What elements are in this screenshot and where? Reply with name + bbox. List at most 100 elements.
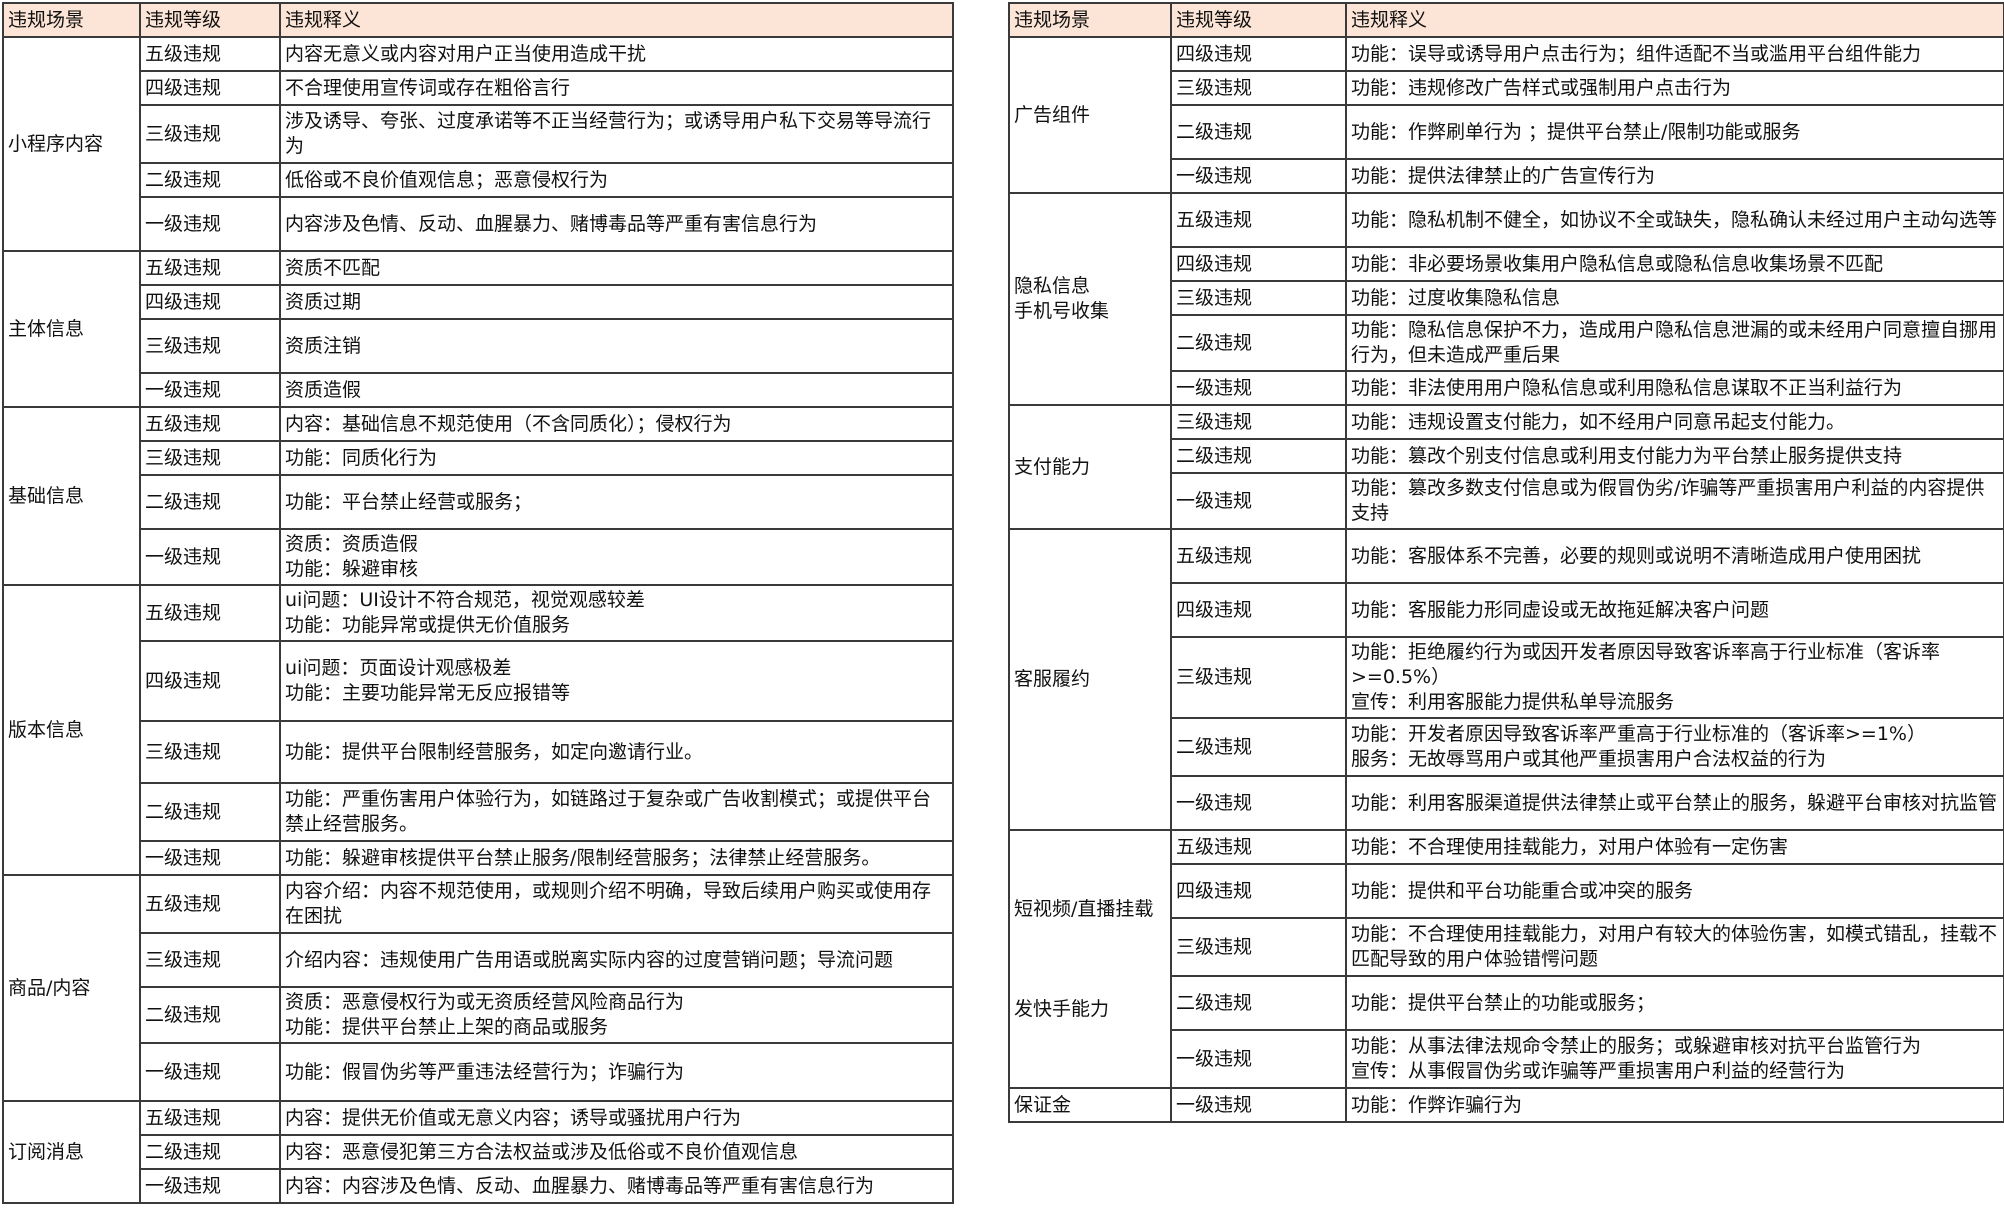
left-violation-table: 违规场景 违规等级 违规释义 小程序内容 五级违规 内容无意义或内容对用户正当使用造成干扰…	[2, 2, 954, 1204]
description-cell: 功能：开发者原因导致客诉率严重高于行业标准的（客诉率>=1%） 服务：无故辱骂用…	[1345, 717, 2004, 777]
header-level: 违规等级	[139, 2, 281, 38]
table-row: 一级违规 内容：内容涉及色情、反动、血腥暴力、赌博毒品等严重有害信息行为	[3, 1168, 954, 1204]
level-cell: 五级违规	[1170, 829, 1347, 865]
description-cell: 功能：提供法律禁止的广告宣传行为	[1345, 158, 2004, 194]
level-cell: 二级违规	[139, 1134, 281, 1170]
level-cell: 一级违规	[139, 372, 281, 408]
level-cell: 一级违规	[1170, 1087, 1347, 1123]
scene-cell: 订阅消息	[2, 1100, 141, 1204]
level-cell: 三级违规	[139, 440, 281, 476]
scene-cell: 支付能力	[1008, 404, 1172, 530]
scene-cell: 基础信息	[2, 406, 141, 586]
description-cell: 内容无意义或内容对用户正当使用造成干扰	[279, 36, 954, 72]
description-cell: 内容：恶意侵犯第三方合法权益或涉及低俗或不良价值观信息	[279, 1134, 954, 1170]
header-scene: 违规场景	[1008, 2, 1172, 38]
table-row: 二级违规 功能：严重伤害用户体验行为，如链路过于复杂或广告收割模式；或提供平台禁止…	[3, 782, 954, 842]
level-cell: 二级违规	[1170, 104, 1347, 160]
level-cell: 五级违规	[139, 36, 281, 72]
level-cell: 二级违规	[1170, 975, 1347, 1031]
scene-cell: 小程序内容	[2, 36, 141, 252]
header-level: 违规等级	[1170, 2, 1347, 38]
table-row: 二级违规 低俗或不良价值观信息；恶意侵权行为	[3, 162, 954, 198]
table-row: 支付能力 三级违规 功能：违规设置支付能力，如不经用户同意吊起支付能力。	[1008, 404, 2004, 530]
description-cell: 内容：内容涉及色情、反动、血腥暴力、赌博毒品等严重有害信息行为	[279, 1168, 954, 1204]
level-cell: 四级违规	[139, 70, 281, 106]
level-cell: 一级违规	[1170, 158, 1347, 194]
scene-cell: 隐私信息 手机号收集	[1008, 192, 1172, 406]
level-cell: 二级违规	[1170, 717, 1347, 777]
table-row: 基础信息 五级违规 内容：基础信息不规范使用（不含同质化）；侵权行为	[2, 406, 954, 586]
table-row: 一级违规 内容涉及色情、反动、血腥暴力、赌博毒品等严重有害信息行为	[3, 196, 954, 252]
description-cell: 资质过期	[279, 284, 954, 320]
description-cell: ui问题：UI设计不符合规范，视觉观感较差 功能：功能异常或提供无价值服务	[279, 584, 954, 642]
table-row: 一级违规 资质：资质造假 功能：躲避审核	[3, 528, 954, 586]
description-cell: 功能：拒绝履约行为或因开发者原因导致客诉率高于行业标准（客诉率>=0.5%） 宣…	[1345, 636, 2004, 719]
table-row: 三级违规 功能：同质化行为	[3, 440, 954, 476]
description-cell: 功能：作弊诈骗行为	[1345, 1087, 2004, 1123]
level-cell: 五级违规	[139, 406, 281, 442]
level-cell: 二级违规	[1170, 314, 1347, 372]
level-cell: 二级违规	[1170, 438, 1347, 474]
level-cell: 五级违规	[1170, 528, 1347, 584]
level-cell: 五级违规	[1170, 192, 1347, 248]
scene-cell: 广告组件	[1008, 36, 1172, 194]
header-description: 违规释义	[1345, 2, 2004, 38]
description-cell: 功能：作弊刷单行为 ；提供平台禁止/限制功能或服务	[1345, 104, 2004, 160]
right-violation-table: 违规场景 违规等级 违规释义广告组件四级违规 功能：误导或诱导用户点击行为；组件适配不…	[1008, 2, 2004, 1123]
description-cell: 资质注销	[279, 318, 954, 374]
description-cell: 功能：篡改多数支付信息或为假冒伪劣/诈骗等严重损害用户利益的内容提供支持	[1345, 472, 2004, 530]
table-row: 三级违规 涉及诱导、夸张、过度承诺等不正当经营行为；或诱导用户私下交易等导流行为	[3, 104, 954, 164]
level-cell: 一级违规	[139, 840, 281, 876]
table-row: 一级违规 功能：躲避审核提供平台禁止服务/限制经营服务；法律禁止经营服务。	[3, 840, 954, 876]
scene-cell: 保证金	[1008, 1087, 1172, 1123]
description-cell: 功能：违规设置支付能力，如不经用户同意吊起支付能力。	[1345, 404, 2004, 440]
description-cell: 不合理使用宣传词或存在粗俗言行	[279, 70, 954, 106]
table-row: 小程序内容 五级违规 内容无意义或内容对用户正当使用造成干扰	[2, 36, 954, 252]
description-cell: 内容介绍：内容不规范使用，或规则介绍不明确，导致后续用户购买或使用存在困扰	[279, 874, 954, 934]
level-cell: 二级违规	[139, 782, 281, 842]
table-row: 四级违规 资质过期	[3, 284, 954, 320]
description-cell: 资质造假	[279, 372, 954, 408]
table-row: 一级违规 功能：假冒伪劣等严重违法经营行为；诈骗行为	[3, 1042, 954, 1102]
description-cell: 功能：违规修改广告样式或强制用户点击行为	[1345, 70, 2004, 106]
table-row: 二级违规 内容：恶意侵犯第三方合法权益或涉及低俗或不良价值观信息	[3, 1134, 954, 1170]
left-table-body: 违规场景 违规等级 违规释义 小程序内容 五级违规 内容无意义或内容对用户正当使用造成干扰…	[2, 2, 954, 1204]
description-cell: 功能：过度收集隐私信息	[1345, 280, 2004, 316]
description-cell: 功能：客服能力形同虚设或无故拖延解决客户问题	[1345, 582, 2004, 638]
description-cell: 功能：躲避审核提供平台禁止服务/限制经营服务；法律禁止经营服务。	[279, 840, 954, 876]
table-row: 短视频/直播挂载 发快手能力 五级违规 功能：不合理使用挂载能力，对用户体验有一定伤…	[1008, 829, 2004, 1089]
right-table-body: 违规场景 违规等级 违规释义广告组件四级违规 功能：误导或诱导用户点击行为；组件适配不…	[1008, 2, 2004, 1123]
scene-cell: 短视频/直播挂载 发快手能力	[1008, 829, 1172, 1089]
description-cell: 功能：客服体系不完善，必要的规则或说明不清晰造成用户使用困扰	[1345, 528, 2004, 584]
description-cell: 功能：误导或诱导用户点击行为；组件适配不当或滥用平台组件能力	[1345, 36, 2004, 72]
level-cell: 三级违规	[1170, 917, 1347, 977]
level-cell: 一级违规	[1170, 472, 1347, 530]
description-cell: 介绍内容：违规使用广告用语或脱离实际内容的过度营销问题；导流问题	[279, 932, 954, 988]
table-row: 三级违规 资质注销	[3, 318, 954, 374]
level-cell: 二级违规	[139, 986, 281, 1044]
description-cell: 低俗或不良价值观信息；恶意侵权行为	[279, 162, 954, 198]
level-cell: 四级违规	[1170, 246, 1347, 282]
description-cell: 功能：隐私信息保护不力，造成用户隐私信息泄漏的或未经用户同意擅自挪用行为，但未造…	[1345, 314, 2004, 372]
table-row: 客服履约 五级违规 功能：客服体系不完善，必要的规则或说明不清晰造成用户使用困扰	[1008, 528, 2004, 831]
description-cell: ui问题：页面设计观感极差 功能：主要功能异常无反应报错等	[279, 640, 954, 722]
description-cell: 内容涉及色情、反动、血腥暴力、赌博毒品等严重有害信息行为	[279, 196, 954, 252]
description-cell: 功能：同质化行为	[279, 440, 954, 476]
table-row: 四级违规 ui问题：页面设计观感极差 功能：主要功能异常无反应报错等	[3, 640, 954, 722]
level-cell: 一级违规	[139, 1042, 281, 1102]
level-cell: 二级违规	[139, 162, 281, 198]
level-cell: 三级违规	[139, 720, 281, 784]
header-description: 违规释义	[279, 2, 954, 38]
scene-cell: 主体信息	[2, 250, 141, 408]
scene-cell: 商品/内容	[2, 874, 141, 1102]
description-cell: 功能：非必要场景收集用户隐私信息或隐私信息收集场景不匹配	[1345, 246, 2004, 282]
description-cell: 功能：严重伤害用户体验行为，如链路过于复杂或广告收割模式；或提供平台禁止经营服务…	[279, 782, 954, 842]
description-cell: 功能：提供平台限制经营服务，如定向邀请行业。	[279, 720, 954, 784]
table-row: 二级违规 功能：平台禁止经营或服务；	[3, 474, 954, 530]
table-row: 三级违规 介绍内容：违规使用广告用语或脱离实际内容的过度营销问题；导流问题	[3, 932, 954, 988]
table-row: 隐私信息 手机号收集 五级违规 功能：隐私机制不健全，如协议不全或缺失，隐私确认未经…	[1008, 192, 2004, 406]
scene-cell: 版本信息	[2, 584, 141, 876]
level-cell: 一级违规	[139, 528, 281, 586]
description-cell: 功能：篡改个别支付信息或利用支付能力为平台禁止服务提供支持	[1345, 438, 2004, 474]
table-row: 主体信息 五级违规 资质不匹配	[2, 250, 954, 408]
